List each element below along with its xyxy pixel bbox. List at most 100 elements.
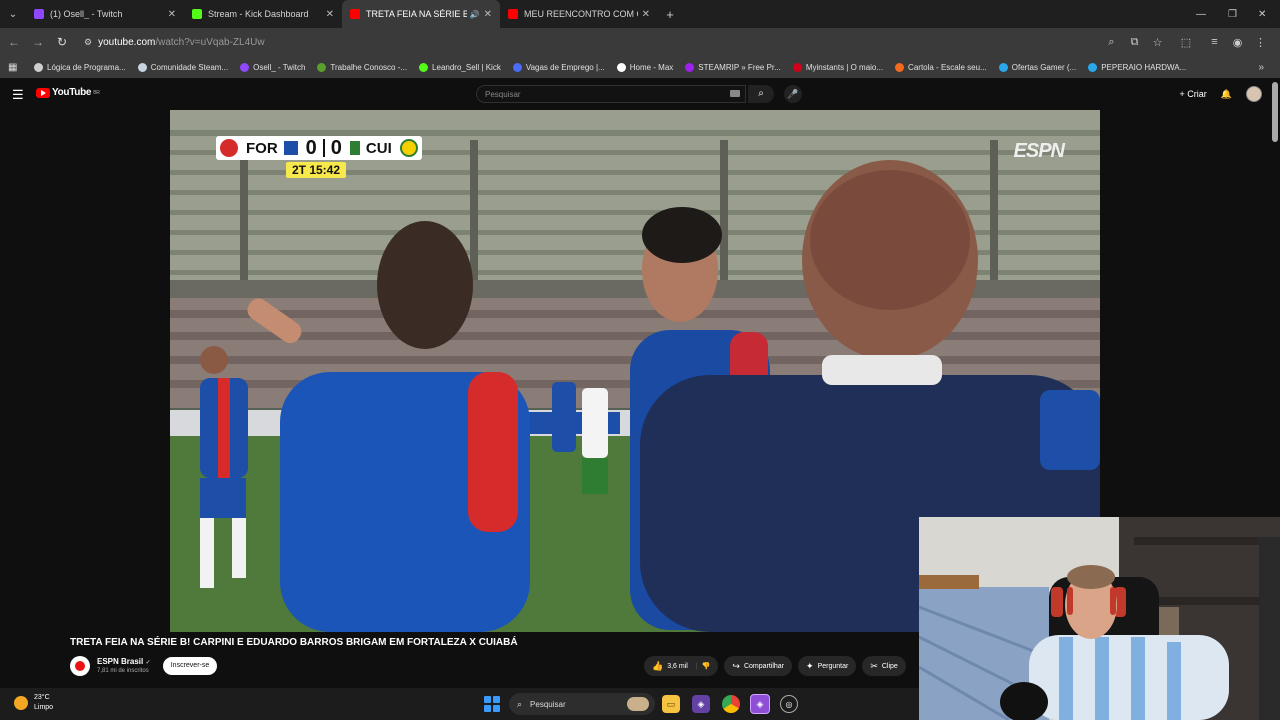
restore-icon[interactable]: ❐ bbox=[1228, 0, 1242, 28]
reload-icon[interactable]: ↻ bbox=[50, 35, 74, 49]
close-tab-icon[interactable]: ✕ bbox=[484, 9, 492, 20]
scissors-icon: ✂ bbox=[870, 660, 878, 671]
hamburger-menu-icon[interactable]: ☰ bbox=[12, 87, 24, 103]
bookmark-star-icon[interactable]: ☆ bbox=[1146, 36, 1169, 49]
channel-avatar[interactable] bbox=[70, 656, 90, 676]
bookmark-item[interactable]: Vagas de Emprego |... bbox=[512, 62, 605, 72]
site-info-icon[interactable]: ⚙ bbox=[84, 37, 92, 48]
file-explorer-icon[interactable]: ▭ bbox=[662, 695, 680, 713]
thumbs-down-icon[interactable]: 👎 bbox=[702, 662, 711, 670]
url-host: youtube.com bbox=[98, 36, 156, 48]
voice-search-icon[interactable]: 🎤 bbox=[784, 85, 802, 103]
close-tab-icon[interactable]: ✕ bbox=[642, 9, 650, 20]
tab-kick[interactable]: Stream - Kick Dashboard ✕ bbox=[184, 0, 342, 28]
video-title: TRETA FEIA NA SÉRIE B! CARPINI E EDUARDO… bbox=[70, 637, 518, 648]
page-scrollbar[interactable] bbox=[1272, 82, 1278, 142]
notifications-bell-icon[interactable]: 🔔 bbox=[1221, 89, 1232, 100]
media-controls-icon[interactable]: ≡ bbox=[1203, 36, 1226, 48]
sparkle-icon: ✦ bbox=[806, 660, 814, 671]
bookmark-item[interactable]: Leandro_Sell | Kick bbox=[419, 62, 501, 72]
bookmark-item[interactable]: Lógica de Programa... bbox=[34, 62, 126, 72]
search-button[interactable]: ⌕ bbox=[748, 85, 774, 103]
speaker-icon[interactable]: 🔊 bbox=[470, 10, 480, 19]
url-field[interactable]: ⚙ youtube.com/watch?v=uVqab-ZL4Uw bbox=[84, 37, 265, 48]
share-icon: ↪ bbox=[732, 660, 740, 671]
new-tab-icon[interactable]: + bbox=[658, 7, 682, 22]
twitch-favicon-icon bbox=[34, 9, 44, 19]
extensions-icon[interactable]: ⬚ bbox=[1169, 36, 1203, 49]
bookmarks-bar: ▦ Lógica de Programa... Comunidade Steam… bbox=[0, 56, 1280, 78]
window-close-icon[interactable]: ✕ bbox=[1258, 0, 1272, 28]
bookmark-item[interactable]: Myinstants | O maio... bbox=[792, 62, 883, 72]
bookmark-item[interactable]: Cartola - Escale seu... bbox=[895, 62, 987, 72]
webcam-frame bbox=[919, 517, 1280, 720]
taskbar-search[interactable]: ⌕ Pesquisar bbox=[509, 693, 655, 715]
bookmark-item[interactable]: Home - Max bbox=[616, 62, 673, 72]
bookmark-item[interactable]: Comunidade Steam... bbox=[137, 62, 228, 72]
back-icon[interactable]: ← bbox=[2, 35, 26, 49]
zoom-icon[interactable]: ⌕ bbox=[1100, 36, 1123, 49]
stream-app-icon[interactable]: ◈ bbox=[750, 694, 770, 714]
cuiaba-flag-icon bbox=[349, 141, 360, 155]
bookmark-item[interactable]: Ofertas Gamer (... bbox=[998, 62, 1076, 72]
ask-button[interactable]: ✦ Perguntar bbox=[798, 656, 857, 676]
tab-twitch[interactable]: (1) Osell_ - Twitch ✕ bbox=[26, 0, 184, 28]
url-path: /watch?v=uVqab-ZL4Uw bbox=[155, 36, 265, 48]
scoreboard: FOR 0 0 CUI bbox=[216, 136, 422, 160]
home-team: FOR bbox=[246, 139, 278, 157]
search-highlight-icon bbox=[627, 697, 649, 711]
youtube-play-icon bbox=[36, 87, 50, 98]
close-tab-icon[interactable]: ✕ bbox=[168, 9, 176, 20]
keyboard-icon[interactable] bbox=[730, 90, 740, 97]
forward-icon[interactable]: → bbox=[26, 35, 50, 49]
youtube-header: ☰ YouTube BR Pesquisar ⌕ 🎤 + Criar 🔔 bbox=[0, 78, 1280, 110]
tab-title: TRETA FEIA NA SÉRIE B! CA bbox=[366, 9, 467, 19]
kick-favicon-icon bbox=[192, 9, 202, 19]
subscribe-button[interactable]: Inscrever-se bbox=[163, 657, 217, 675]
cuiaba-crest-icon bbox=[399, 139, 418, 157]
tab-search-dropdown-icon[interactable]: ⌄ bbox=[0, 0, 26, 28]
obs-icon[interactable]: ◎ bbox=[780, 695, 798, 713]
share-button[interactable]: ↪ Compartilhar bbox=[724, 656, 793, 676]
fortaleza-crest-icon bbox=[220, 139, 238, 157]
channel-name[interactable]: ESPN Brasil ✓ bbox=[97, 657, 151, 666]
broadcaster-logo: ESPN bbox=[1013, 140, 1065, 162]
weather-condition: Limpo bbox=[34, 704, 54, 711]
verified-icon: ✓ bbox=[145, 660, 151, 666]
tab-title: MEU REENCONTRO COM COC bbox=[524, 9, 638, 19]
twitch-app-icon[interactable]: ◈ bbox=[692, 695, 710, 713]
match-clock: 2T 15:42 bbox=[286, 162, 347, 178]
install-app-icon[interactable]: ⧉ bbox=[1123, 36, 1146, 49]
chrome-icon[interactable] bbox=[722, 695, 740, 713]
clip-button[interactable]: ✂ Clipe bbox=[862, 656, 906, 676]
tab-title: (1) Osell_ - Twitch bbox=[50, 9, 123, 19]
bookmark-item[interactable]: STEAMRIP » Free Pr... bbox=[685, 62, 781, 72]
tab-youtube-2[interactable]: MEU REENCONTRO COM COC ✕ bbox=[500, 0, 658, 28]
apps-grid-icon[interactable]: ▦ bbox=[8, 62, 22, 73]
minimize-icon[interactable]: — bbox=[1196, 0, 1210, 28]
youtube-logo[interactable]: YouTube BR bbox=[36, 87, 100, 98]
plus-icon: + bbox=[1179, 89, 1185, 99]
fortaleza-flag-icon bbox=[283, 141, 298, 155]
browser-menu-icon[interactable]: ⋮ bbox=[1249, 36, 1272, 49]
away-team: CUI bbox=[365, 139, 392, 157]
bookmark-item[interactable]: Osell_ - Twitch bbox=[240, 62, 305, 72]
bookmark-item[interactable]: PEPERAIO HARDWA... bbox=[1088, 62, 1186, 72]
bookmark-item[interactable]: Trabalhe Conosco -... bbox=[317, 62, 407, 72]
tab-youtube-active[interactable]: TRETA FEIA NA SÉRIE B! CA 🔊 ✕ bbox=[342, 0, 500, 28]
search-input[interactable]: Pesquisar bbox=[476, 85, 746, 103]
search-icon: ⌕ bbox=[758, 88, 764, 99]
address-actions: ⌕ ⧉ ☆ ⬚ ≡ ◉ ⋮ bbox=[1100, 28, 1272, 56]
weather-widget[interactable]: 23°C Limpo bbox=[14, 693, 53, 713]
youtube-favicon-icon bbox=[508, 9, 518, 19]
more-bookmarks-icon[interactable]: » bbox=[1258, 62, 1264, 73]
like-button[interactable]: 👍 3,6 mil | 👎 bbox=[644, 656, 719, 676]
thumbs-up-icon: 👍 bbox=[652, 660, 664, 671]
close-tab-icon[interactable]: ✕ bbox=[326, 9, 334, 20]
create-button[interactable]: + Criar bbox=[1180, 89, 1207, 99]
search-icon: ⌕ bbox=[517, 698, 523, 709]
avatar[interactable] bbox=[1246, 86, 1262, 102]
header-right: + Criar 🔔 bbox=[1180, 86, 1262, 102]
start-windows-icon[interactable] bbox=[484, 696, 500, 712]
profile-icon[interactable]: ◉ bbox=[1226, 36, 1249, 49]
